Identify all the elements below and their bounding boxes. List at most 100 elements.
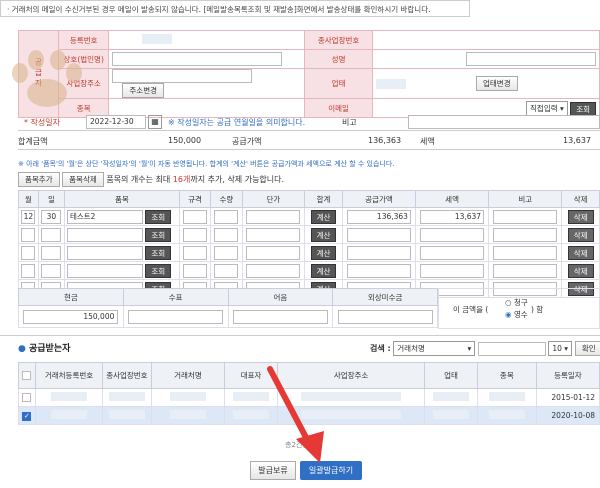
- name-input[interactable]: [466, 52, 596, 66]
- item-col-header: 세액: [415, 190, 490, 208]
- item-lookup-button[interactable]: 조회: [145, 245, 172, 260]
- month-input[interactable]: [21, 263, 36, 278]
- spec-input[interactable]: [183, 209, 208, 224]
- price-input[interactable]: [246, 227, 301, 242]
- receiver-col-header: 거래처등록번호: [34, 362, 104, 389]
- payment-col-header: 어음: [227, 288, 334, 306]
- month-input[interactable]: [21, 245, 36, 260]
- row-checkbox[interactable]: [22, 393, 32, 403]
- tax-input[interactable]: 13,637: [420, 209, 485, 224]
- item-col-header: 단가: [241, 190, 306, 208]
- qty-input[interactable]: [214, 209, 239, 224]
- item-col-header: 수량: [210, 190, 243, 208]
- supply-value: 136,363: [368, 136, 402, 145]
- calendar-icon[interactable]: ▦: [148, 115, 162, 129]
- tax-input[interactable]: [420, 245, 485, 260]
- write-date-note: ※ 작성일자는 공급 연월일을 의미합니다.: [168, 118, 306, 127]
- biz-change-button[interactable]: 업태변경: [476, 76, 518, 91]
- search-field-select[interactable]: 거래처명 ▾: [393, 341, 476, 356]
- remark-input[interactable]: [493, 245, 558, 260]
- biz-type-cell: 업태변경: [372, 68, 600, 99]
- item-table: 월 일 품목 규격 수량 단가 합계 공급가액 세액 비고 삭제 12 30 테스트2 조회 계산 136,…: [18, 190, 600, 298]
- month-input[interactable]: 12: [21, 209, 36, 224]
- receivable-input[interactable]: [337, 309, 433, 324]
- remark-input[interactable]: [493, 209, 558, 224]
- search-input[interactable]: [477, 341, 546, 356]
- amount-type-box: 이 금액을 ( ○ 청구 ◉ 영수 ) 함: [438, 288, 600, 329]
- branch-no-label: 종사업장번호: [304, 30, 373, 50]
- qty-input[interactable]: [214, 227, 239, 242]
- chevron-down-icon: ▾: [564, 344, 569, 353]
- remark-input[interactable]: [408, 115, 600, 129]
- item-limit-text: 품목의 개수는 최대 16개까지 추가, 삭제 가능합니다.: [106, 175, 285, 184]
- row-delete-button[interactable]: 삭제: [567, 245, 594, 260]
- note-input[interactable]: [232, 309, 328, 324]
- supply-input[interactable]: [346, 227, 411, 242]
- item-add-button[interactable]: 품목추가: [18, 172, 60, 187]
- item-lookup-button[interactable]: 조회: [145, 209, 172, 224]
- qty-input[interactable]: [214, 245, 239, 260]
- company-input[interactable]: [112, 52, 283, 66]
- payment-col-header: 현금: [18, 288, 124, 306]
- biz-type-label: 업태: [304, 68, 373, 99]
- spec-input[interactable]: [183, 245, 208, 260]
- receiver-col-header: 종목: [476, 362, 537, 389]
- item-name-input[interactable]: [66, 227, 143, 242]
- spec-input[interactable]: [183, 263, 208, 278]
- day-input[interactable]: [41, 227, 62, 242]
- row-delete-button[interactable]: 삭제: [567, 263, 594, 278]
- price-input[interactable]: [246, 209, 301, 224]
- payment-header: 현금 수표 어음 외상미수금: [18, 288, 438, 306]
- tax-input[interactable]: [420, 263, 485, 278]
- row-delete-button[interactable]: 삭제: [567, 227, 594, 242]
- item-col-header: 규격: [178, 190, 212, 208]
- qty-input[interactable]: [214, 263, 239, 278]
- item-row: 조회 계산 삭제: [18, 261, 600, 280]
- address-change-button[interactable]: 주소변경: [122, 83, 165, 98]
- calc-button[interactable]: 계산: [310, 263, 337, 278]
- payment-col-header: 외상미수금: [332, 288, 438, 306]
- item-col-header: 합계: [304, 190, 343, 208]
- item-lookup-button[interactable]: 조회: [145, 227, 172, 242]
- item-controls: 품목추가 품목삭제 품목의 개수는 최대 16개까지 추가, 삭제 가능합니다.: [18, 172, 284, 187]
- item-lookup-button[interactable]: 조회: [145, 263, 172, 278]
- cash-input[interactable]: 150,000: [23, 309, 119, 324]
- calc-button[interactable]: 계산: [310, 227, 337, 242]
- radio-receipt[interactable]: ◉ 영수: [505, 309, 528, 320]
- write-date-input[interactable]: 2022-12-30: [86, 115, 146, 129]
- day-input[interactable]: 30: [41, 209, 62, 224]
- spec-input[interactable]: [183, 227, 208, 242]
- supply-input[interactable]: [346, 263, 411, 278]
- month-input[interactable]: [21, 227, 36, 242]
- price-input[interactable]: [246, 263, 301, 278]
- supply-input[interactable]: [346, 245, 411, 260]
- row-checkbox-checked[interactable]: ✓: [22, 411, 32, 421]
- chevron-down-icon: ▾: [560, 103, 564, 113]
- select-all-checkbox[interactable]: [22, 371, 32, 381]
- name-label: 성명: [304, 49, 373, 69]
- supply-input[interactable]: 136,363: [346, 209, 411, 224]
- day-input[interactable]: [41, 245, 62, 260]
- item-name-input[interactable]: [66, 263, 143, 278]
- section-divider: [0, 335, 600, 336]
- receiver-col-header: 등록일자: [535, 362, 600, 389]
- search-confirm-button[interactable]: 확인: [574, 341, 600, 356]
- page-size-select[interactable]: 10 ▾: [548, 341, 573, 356]
- check-input[interactable]: [128, 309, 224, 324]
- day-input[interactable]: [41, 263, 62, 278]
- item-name-input[interactable]: [66, 245, 143, 260]
- receiver-date: 2015-01-12: [535, 388, 600, 407]
- item-name-input[interactable]: 테스트2: [66, 209, 143, 224]
- tax-input[interactable]: [420, 227, 485, 242]
- remark-input[interactable]: [493, 227, 558, 242]
- item-delete-button[interactable]: 품목삭제: [62, 172, 104, 187]
- row-delete-button[interactable]: 삭제: [567, 209, 594, 224]
- price-input[interactable]: [246, 245, 301, 260]
- calc-button[interactable]: 계산: [310, 245, 337, 260]
- radio-claim[interactable]: ○ 청구: [505, 297, 528, 308]
- calc-button[interactable]: 계산: [310, 209, 337, 224]
- item-col-header: 월: [18, 190, 39, 208]
- address-input[interactable]: [112, 69, 253, 83]
- remark-input[interactable]: [493, 263, 558, 278]
- item-col-header: 품목: [63, 190, 180, 208]
